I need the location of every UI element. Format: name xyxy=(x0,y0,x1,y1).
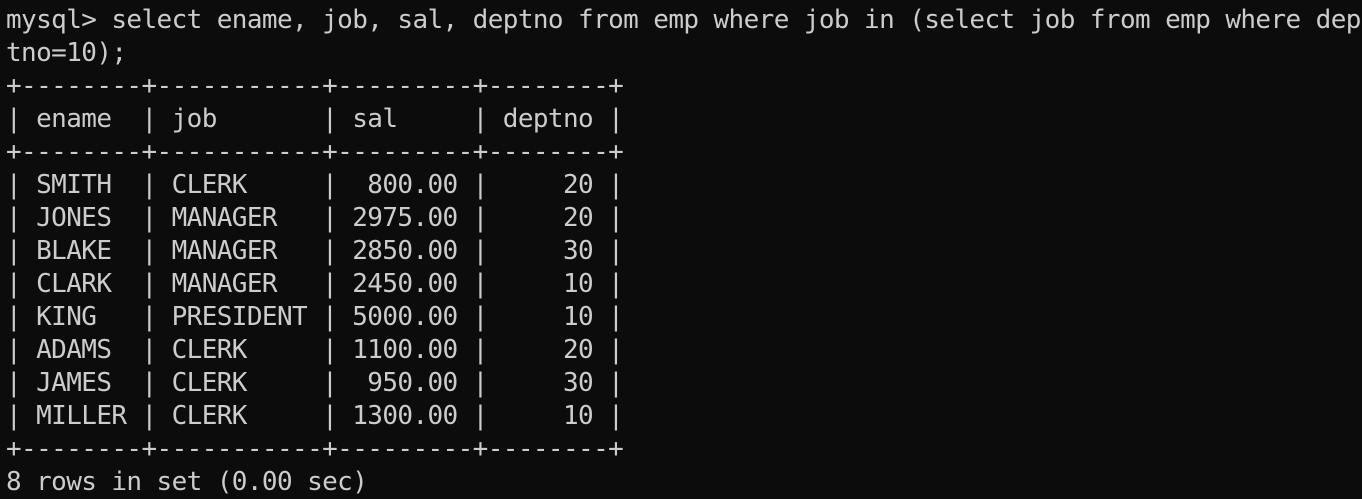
table-row: | ADAMS | CLERK | 1100.00 | 20 | xyxy=(6,335,624,365)
table-row: | BLAKE | MANAGER | 2850.00 | 30 | xyxy=(6,236,624,266)
table-border-top: +--------+-----------+---------+--------… xyxy=(6,71,624,101)
terminal-window[interactable]: mysql> select ename, job, sal, deptno fr… xyxy=(0,0,1362,497)
table-row: | SMITH | CLERK | 800.00 | 20 | xyxy=(6,170,624,200)
table-row: | CLARK | MANAGER | 2450.00 | 10 | xyxy=(6,269,624,299)
table-border-bottom: +--------+-----------+---------+--------… xyxy=(6,434,624,464)
table-header-row: | ename | job | sal | deptno | xyxy=(6,104,624,134)
table-row: | KING | PRESIDENT | 5000.00 | 10 | xyxy=(6,302,624,332)
table-row: | JONES | MANAGER | 2975.00 | 20 | xyxy=(6,203,624,233)
table-border-header: +--------+-----------+---------+--------… xyxy=(6,137,624,167)
command-line: mysql> select ename, job, sal, deptno fr… xyxy=(6,5,1361,35)
command-line-continuation: tno=10); xyxy=(6,38,127,68)
table-row: | MILLER | CLERK | 1300.00 | 10 | xyxy=(6,401,624,431)
result-summary: 8 rows in set (0.00 sec) xyxy=(6,467,368,497)
table-row: | JAMES | CLERK | 950.00 | 30 | xyxy=(6,368,624,398)
